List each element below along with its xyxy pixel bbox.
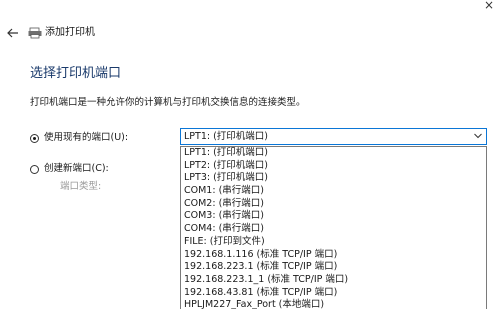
dropdown-item-tcp-223-1[interactable]: 192.168.223.1 (标准 TCP/IP 端口)	[181, 261, 486, 274]
window-title: 添加打印机	[45, 27, 95, 38]
page-description: 打印机端口是一种允许你的计算机与打印机交换信息的连接类型。	[30, 97, 306, 108]
close-icon: ×	[483, 0, 495, 12]
page-title: 选择打印机端口	[30, 66, 122, 81]
add-printer-window: × 添加打印机 选择打印机端口 打印机端口是一种允许你的计算机与打印机交换信息的…	[0, 0, 500, 309]
port-dropdown-list[interactable]: LPT1: (打印机端口) LPT2: (打印机端口) LPT3: (打印机端口…	[180, 146, 487, 309]
radio-button-unchecked[interactable]	[30, 164, 39, 174]
use-existing-port-radio[interactable]: 使用现有的端口(U):	[30, 131, 128, 145]
use-existing-port-label: 使用现有的端口(U):	[44, 132, 129, 143]
dropdown-item-tcp-223-1-1[interactable]: 192.168.223.1_1 (标准 TCP/IP 端口)	[181, 274, 486, 287]
dropdown-item-lpt1[interactable]: LPT1: (打印机端口)	[181, 147, 486, 160]
chevron-down-icon	[474, 133, 482, 139]
close-button[interactable]: ×	[478, 0, 500, 16]
dropdown-item-lpt3[interactable]: LPT3: (打印机端口)	[181, 172, 486, 185]
dropdown-item-lpt2[interactable]: LPT2: (打印机端口)	[181, 160, 486, 173]
dropdown-item-com3[interactable]: COM3: (串行端口)	[181, 210, 486, 223]
radio-button-checked[interactable]	[30, 133, 39, 143]
dropdown-item-com2[interactable]: COM2: (串行端口)	[181, 198, 486, 211]
create-new-port-label: 创建新端口(C):	[44, 163, 109, 174]
dropdown-item-tcp-43-81[interactable]: 192.168.43.81 (标准 TCP/IP 端口)	[181, 287, 486, 300]
selected-port-value: LPT1: (打印机端口)	[184, 131, 269, 142]
printer-icon	[28, 27, 42, 39]
dropdown-item-fax-port[interactable]: HPLJM227_Fax_Port (本地端口)	[181, 299, 486, 309]
existing-port-select[interactable]: LPT1: (打印机端口)	[180, 128, 487, 145]
dropdown-item-com1[interactable]: COM1: (串行端口)	[181, 185, 486, 198]
create-new-port-radio[interactable]: 创建新端口(C):	[30, 162, 109, 176]
dropdown-item-file[interactable]: FILE: (打印到文件)	[181, 236, 486, 249]
back-arrow-icon[interactable]	[6, 26, 20, 40]
dropdown-item-tcp-1-116[interactable]: 192.168.1.116 (标准 TCP/IP 端口)	[181, 249, 486, 262]
dropdown-item-com4[interactable]: COM4: (串行端口)	[181, 223, 486, 236]
port-type-label: 端口类型:	[60, 181, 102, 192]
